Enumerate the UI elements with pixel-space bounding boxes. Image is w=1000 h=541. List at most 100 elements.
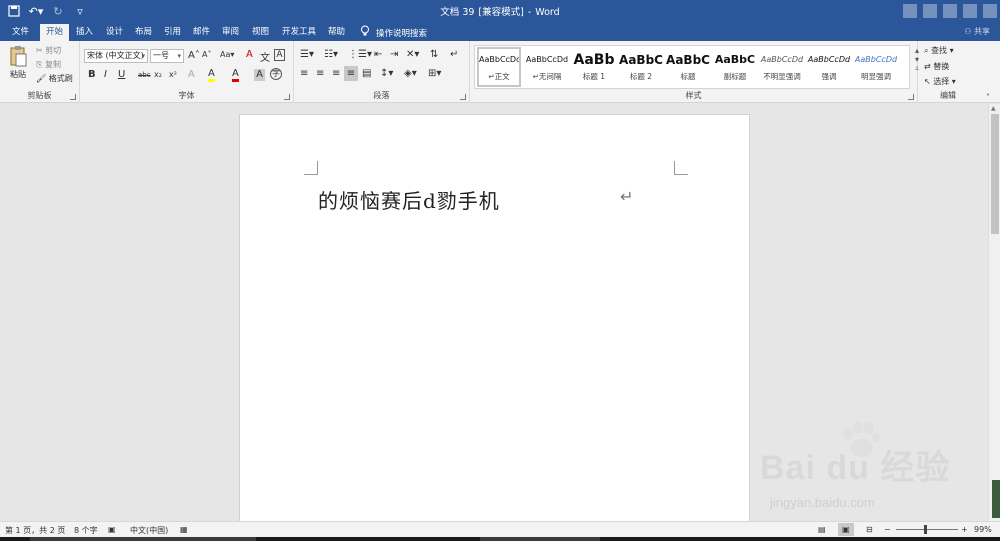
zoom-out-button[interactable]: −	[884, 525, 891, 534]
tab-developer[interactable]: 开发工具	[276, 24, 322, 41]
scroll-thumb[interactable]	[991, 114, 999, 234]
style-no-spacing[interactable]: AaBbCcDd ↵无间隔	[524, 49, 570, 87]
style-name-text: 正文	[494, 72, 510, 81]
style-name: 明显强调	[861, 72, 891, 81]
font-color-icon[interactable]: A	[232, 68, 239, 82]
paste-label[interactable]: 粘贴	[10, 69, 26, 80]
document-text[interactable]: 的烦恼赛后d勠手机	[318, 185, 500, 214]
show-marks-icon[interactable]: ↵	[450, 49, 458, 60]
zoom-slider-thumb[interactable]	[924, 525, 927, 534]
enclose-char-icon[interactable]: 字	[270, 68, 282, 80]
select-button[interactable]: ↖ 选择 ▾	[924, 76, 956, 87]
proofing-icon[interactable]: ▣	[108, 525, 116, 534]
style-title[interactable]: AaBbC 标题	[665, 49, 711, 87]
style-emphasis[interactable]: AaBbCcDd 强调	[806, 49, 852, 87]
page-count[interactable]: 第 1 页，共 2 页	[5, 525, 65, 536]
tab-design[interactable]: 设计	[100, 24, 129, 41]
tab-layout[interactable]: 布局	[129, 24, 158, 41]
shading-icon[interactable]: ◈▾	[404, 68, 417, 79]
justify-icon[interactable]: ≡	[344, 66, 358, 81]
copy-button[interactable]: ⎘ 复制	[36, 59, 61, 70]
title-bar: ↶▾ ↻ ▿ 文档 39 [兼容模式] - Word	[0, 0, 1000, 22]
taskbar-segment	[480, 537, 600, 541]
style-normal[interactable]: AaBbCcDd ↵正文	[477, 47, 521, 87]
shrink-font-icon[interactable]: A˅	[202, 50, 211, 59]
tab-file[interactable]: 文件	[6, 24, 35, 41]
zoom-level[interactable]: 99%	[974, 525, 992, 534]
print-layout-icon[interactable]: ▣	[838, 523, 854, 536]
zoom-in-button[interactable]: +	[961, 525, 968, 534]
read-mode-icon[interactable]: ▤	[818, 525, 826, 534]
scroll-up-icon[interactable]: ▲	[991, 105, 996, 112]
tell-me-search[interactable]: 操作说明搜索	[360, 25, 427, 40]
zoom-slider[interactable]	[896, 529, 958, 530]
phonetic-guide-label: 文	[260, 53, 270, 64]
bold-button[interactable]: B	[88, 69, 96, 80]
language[interactable]: 中文(中国)	[130, 525, 168, 536]
align-center-icon[interactable]: ≡	[316, 68, 324, 79]
change-case-icon[interactable]: Aa▾	[220, 50, 234, 59]
clear-format-icon[interactable]: A	[246, 49, 253, 60]
style-subtle-emphasis[interactable]: AaBbCcDd 不明显强调	[759, 49, 805, 87]
multilevel-list-icon[interactable]: ⋮☰▾	[348, 49, 372, 60]
tab-review[interactable]: 审阅	[216, 24, 245, 41]
style-preview: AaBbCcDd	[854, 55, 898, 64]
subscript-button[interactable]: x₂	[154, 70, 162, 79]
change-case-label: Aa	[220, 50, 231, 59]
scissors-icon: ✂	[36, 46, 43, 55]
style-heading-2[interactable]: AaBbC 标题 2	[618, 49, 664, 87]
tab-view[interactable]: 视图	[246, 24, 275, 41]
italic-button[interactable]: I	[104, 69, 107, 80]
char-border-icon[interactable]: A	[274, 49, 285, 61]
sort-icon[interactable]: ⇅	[430, 49, 438, 60]
style-heading-1[interactable]: AaBb 标题 1	[571, 49, 617, 87]
word-count[interactable]: 8 个字	[74, 525, 98, 536]
line-spacing-icon[interactable]: ↕▾	[380, 68, 393, 79]
font-group-label: 字体	[178, 91, 195, 100]
web-layout-icon[interactable]: ⊟	[866, 525, 873, 534]
font-size-combo[interactable]: 一号 ▾	[150, 49, 184, 63]
style-preview: AaBbC	[666, 53, 710, 67]
share-button[interactable]: ⚇ 共享	[964, 26, 990, 37]
tab-home[interactable]: 开始	[40, 24, 70, 41]
align-right-icon[interactable]: ≡	[332, 68, 340, 79]
tab-insert[interactable]: 插入	[70, 24, 99, 41]
chinese-layout-icon[interactable]: ✕▾	[406, 49, 419, 60]
tab-references[interactable]: 引用	[158, 24, 187, 41]
char-shading-icon[interactable]: A	[254, 69, 265, 81]
align-left-icon[interactable]: ≡	[300, 68, 308, 79]
superscript-button[interactable]: x²	[169, 70, 177, 79]
phonetic-guide-icon[interactable]: 文	[260, 49, 270, 64]
font-launcher-icon[interactable]	[284, 94, 290, 100]
cut-button[interactable]: ✂ 剪切	[36, 45, 61, 56]
document-page[interactable]: 的烦恼赛后d勠手机 ↵	[239, 114, 750, 534]
borders-icon[interactable]: ⊞▾	[428, 68, 441, 79]
strikethrough-button[interactable]: abc	[138, 71, 151, 79]
numbering-icon[interactable]: ☷▾	[324, 49, 338, 60]
grow-font-icon[interactable]: A˄	[188, 50, 200, 61]
replace-label: 替换	[933, 62, 950, 71]
find-button[interactable]: ⌕ 查找 ▾	[924, 45, 954, 56]
styles-launcher-icon[interactable]	[908, 94, 914, 100]
distributed-icon[interactable]: ▤	[362, 68, 371, 79]
style-subtitle[interactable]: AaBbC 副标题	[712, 49, 758, 87]
style-intense-emphasis[interactable]: AaBbCcDd 明显强调	[853, 49, 899, 87]
paste-icon[interactable]	[8, 45, 28, 69]
decrease-indent-icon[interactable]: ⇤	[374, 49, 382, 60]
bullets-icon[interactable]: ☰▾	[300, 49, 314, 60]
format-painter-button[interactable]: 🖌 格式刷	[36, 73, 73, 84]
highlight-icon[interactable]: A	[208, 68, 215, 82]
vertical-scrollbar[interactable]: ▲	[988, 104, 1000, 521]
collapse-ribbon-icon[interactable]: ˄	[986, 93, 990, 102]
underline-button[interactable]: U	[118, 69, 125, 80]
tab-help[interactable]: 帮助	[322, 24, 351, 41]
text-effects-icon[interactable]: A	[188, 69, 195, 80]
macro-icon[interactable]: ▦	[180, 525, 188, 534]
blurred-region	[903, 4, 917, 18]
tab-mailings[interactable]: 邮件	[187, 24, 216, 41]
paragraph-launcher-icon[interactable]	[460, 94, 466, 100]
font-name-combo[interactable]: 宋体 (中文正文) ▾	[84, 49, 148, 63]
replace-button[interactable]: ⇄ 替换	[924, 61, 949, 72]
clipboard-launcher-icon[interactable]	[70, 94, 76, 100]
increase-indent-icon[interactable]: ⇥	[390, 49, 398, 60]
